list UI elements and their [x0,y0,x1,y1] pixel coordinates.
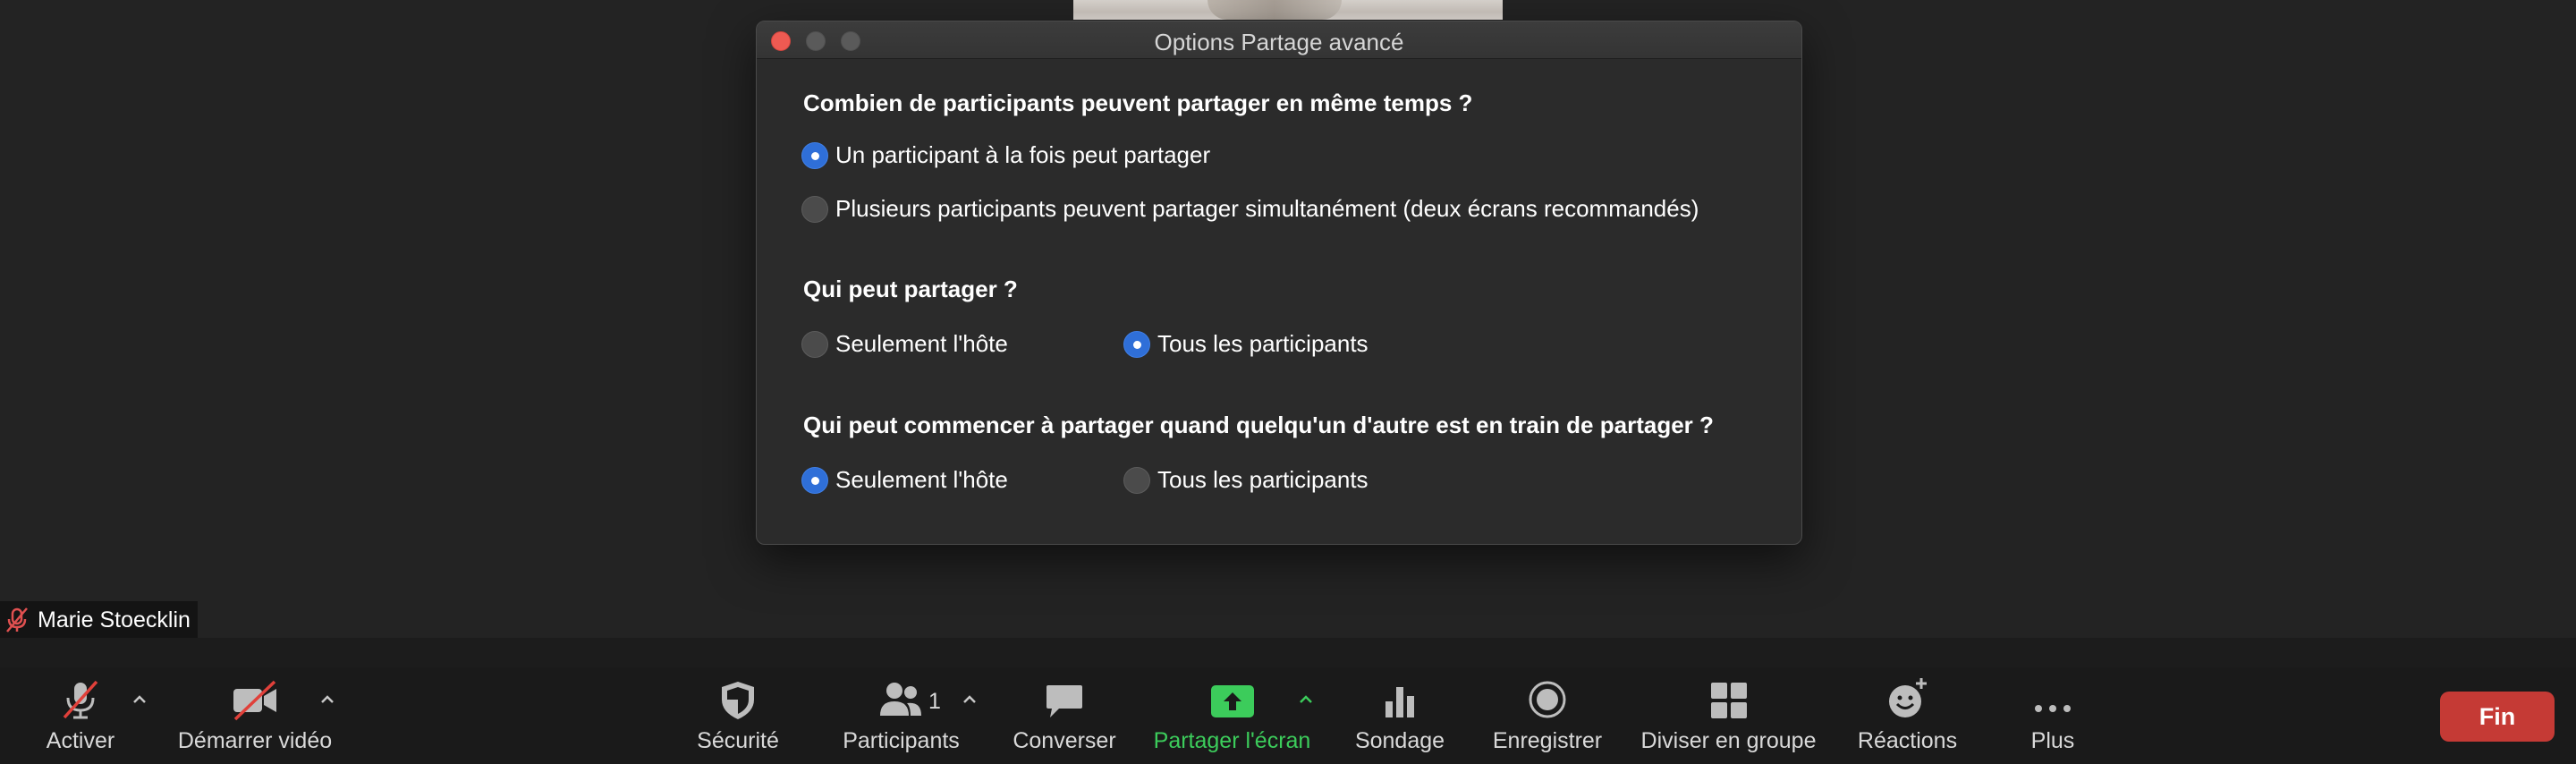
question-concurrent-sharing: Combien de participants peuvent partager… [803,89,1473,116]
reactions-label: Réactions [1857,728,1958,753]
radio-one-participant[interactable]: Un participant à la fois peut partager [801,141,1210,169]
participants-count-badge: 1 [928,689,941,714]
participants-options-chevron-up-icon[interactable] [961,691,979,709]
video-off-icon [233,680,276,721]
start-video-label: Démarrer vidéo [177,728,333,753]
option-label: Seulement l'hôte [835,330,1008,357]
emoji-plus-icon [1888,678,1927,717]
breakout-rooms-label: Diviser en groupe [1640,728,1817,753]
dialog-titlebar: Options Partage avancé [757,21,1801,59]
radio-unselected-icon[interactable] [1123,466,1150,494]
option-label: Plusieurs participants peuvent partager … [835,195,1699,222]
unmute-label: Activer [46,728,115,753]
security-label: Sécurité [697,728,779,753]
reactions-button[interactable]: Réactions [1852,667,1963,764]
option-label: Un participant à la fois peut partager [835,141,1211,168]
audio-options-chevron-up-icon[interactable] [131,691,148,709]
option-label: Tous les participants [1157,330,1368,357]
radio-selected-icon[interactable] [801,141,828,169]
radio-start-host-only[interactable]: Seulement l'hôte [801,466,1008,494]
participants-button[interactable]: Participants [836,667,966,764]
share-screen-label: Partager l'écran [1153,728,1311,753]
chat-label: Converser [1013,728,1116,753]
poll-label: Sondage [1354,728,1445,753]
advanced-sharing-dialog: Options Partage avancé Combien de partic… [756,21,1802,545]
dialog-title: Options Partage avancé [1154,29,1404,55]
more-label: Plus [2030,728,2075,753]
radio-share-all-participants[interactable]: Tous les participants [1123,330,1368,358]
video-options-chevron-up-icon[interactable] [318,691,336,709]
share-options-chevron-up-icon[interactable] [1297,691,1315,709]
option-label: Seulement l'hôte [835,466,1008,493]
security-button[interactable]: Sécurité [684,667,792,764]
muted-mic-icon [6,607,28,632]
record-button[interactable]: Enregistrer [1485,667,1610,764]
question-who-can-start-sharing: Qui peut commencer à partager quand quel… [803,412,1714,438]
bar-chart-icon [1385,687,1414,717]
option-label: Tous les participants [1157,466,1368,493]
participant-name: Marie Stoecklin [38,607,191,632]
breakout-rooms-button[interactable]: Diviser en groupe [1632,667,1825,764]
end-meeting-button[interactable]: Fin [2440,692,2555,742]
more-button[interactable]: Plus [2004,667,2102,764]
chat-bubble-icon [1046,685,1082,717]
participants-label: Participants [843,728,960,753]
start-video-button[interactable]: Démarrer vidéo [174,667,335,764]
shield-icon [722,682,754,719]
grid-icon [1710,683,1747,718]
radio-multiple-participants[interactable]: Plusieurs participants peuvent partager … [801,195,1699,223]
participant-video-peek [1073,0,1503,20]
meeting-toolbar: Activer Démarrer vidéo Sécurité Particip… [0,667,2576,764]
participants-icon [879,683,921,716]
share-screen-button[interactable]: Partager l'écran [1145,667,1319,764]
radio-selected-icon[interactable] [1123,330,1150,358]
radio-unselected-icon[interactable] [801,195,828,223]
chat-button[interactable]: Converser [1006,667,1123,764]
video-strip-divider [0,638,2576,667]
radio-selected-icon[interactable] [801,466,828,494]
radio-share-host-only[interactable]: Seulement l'hôte [801,330,1008,358]
muted-mic-icon [63,680,98,719]
more-dots-icon [2035,705,2071,712]
question-who-can-share: Qui peut partager ? [803,276,1018,302]
share-screen-icon [1210,685,1254,717]
radio-unselected-icon[interactable] [801,330,828,358]
participant-name-tag: Marie Stoecklin [0,601,198,639]
record-icon [1529,681,1566,718]
record-label: Enregistrer [1492,728,1603,753]
poll-button[interactable]: Sondage [1346,667,1453,764]
radio-start-all-participants[interactable]: Tous les participants [1123,466,1368,494]
unmute-button[interactable]: Activer [36,667,125,764]
